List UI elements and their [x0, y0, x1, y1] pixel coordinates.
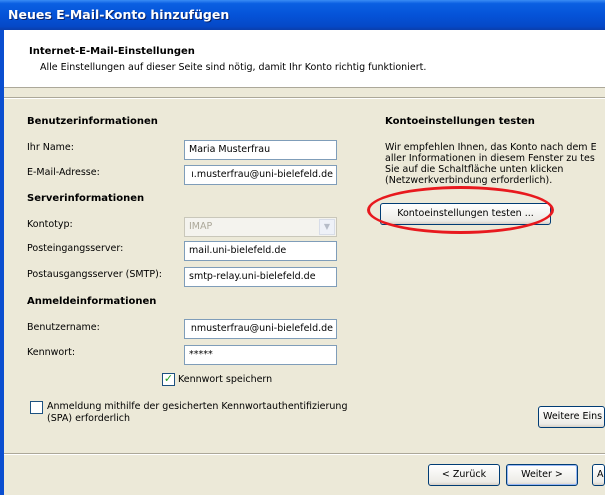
spa-label-line2[interactable]: (SPA) erforderlich [47, 413, 130, 424]
outgoing-server-label: Postausgangsserver (SMTP): [27, 269, 162, 280]
username-label: Benutzername: [27, 322, 100, 333]
remember-password-checkbox[interactable]: ✓ [162, 373, 175, 386]
page-subtitle: Alle Einstellungen auf dieser Seite sind… [40, 62, 427, 73]
incoming-server-label: Posteingangsserver: [27, 243, 124, 254]
title-bar[interactable]: Neues E-Mail-Konto hinzufügen [0, 0, 605, 30]
test-description-line-2: aller Informationen in diesem Fenster zu… [385, 153, 595, 164]
test-account-settings-button[interactable]: Kontoeinstellungen testen ... [380, 203, 551, 225]
account-type-label: Kontotyp: [27, 219, 73, 230]
outgoing-server-input[interactable]: smtp-relay.uni-bielefeld.de [184, 267, 337, 287]
window-title: Neues E-Mail-Konto hinzufügen [8, 7, 230, 22]
more-settings-button[interactable]: Weitere Eins [538, 406, 605, 428]
test-description-line-1: Wir empfehlen Ihnen, das Konto nach dem … [385, 142, 597, 153]
test-description-line-4: (Netzwerkverbindung erforderlich). [385, 175, 553, 186]
remember-password-label[interactable]: Kennwort speichern [178, 374, 272, 385]
header-divider [4, 97, 605, 99]
password-label: Kennwort: [27, 347, 76, 358]
chevron-down-icon: ▼ [319, 219, 335, 235]
test-description-line-3: Sie auf die Schaltfläche unten klicken [385, 164, 564, 175]
name-input[interactable]: Maria Musterfrau [184, 140, 337, 160]
incoming-server-input[interactable]: mail.uni-bielefeld.de [184, 241, 337, 261]
footer-divider [4, 453, 605, 455]
spa-label-line1[interactable]: Anmeldung mithilfe der gesicherten Kennw… [47, 401, 347, 412]
page-title: Internet-E-Mail-Einstellungen [29, 46, 195, 57]
next-button[interactable]: Weiter > [506, 464, 578, 486]
name-label: Ihr Name: [27, 142, 74, 153]
window-frame-left [0, 30, 4, 495]
user-info-heading: Benutzerinformationen [27, 116, 158, 127]
spa-checkbox[interactable] [30, 401, 43, 414]
account-type-select: IMAP ▼ [184, 217, 337, 237]
login-info-heading: Anmeldeinformationen [27, 296, 157, 307]
account-type-value: IMAP [189, 221, 213, 232]
password-input[interactable]: ***** [184, 345, 337, 365]
username-input[interactable]: nmusterfrau@uni-bielefeld.de [184, 319, 337, 339]
email-input[interactable]: ı.musterfrau@uni-bielefeld.de [184, 165, 337, 185]
back-button[interactable]: < Zurück [428, 464, 500, 486]
wizard-header: Internet-E-Mail-Einstellungen Alle Einst… [4, 30, 605, 88]
email-label: E-Mail-Adresse: [27, 167, 100, 178]
cancel-button[interactable]: A [592, 464, 605, 486]
server-info-heading: Serverinformationen [27, 193, 145, 204]
test-settings-heading: Kontoeinstellungen testen [385, 116, 535, 127]
